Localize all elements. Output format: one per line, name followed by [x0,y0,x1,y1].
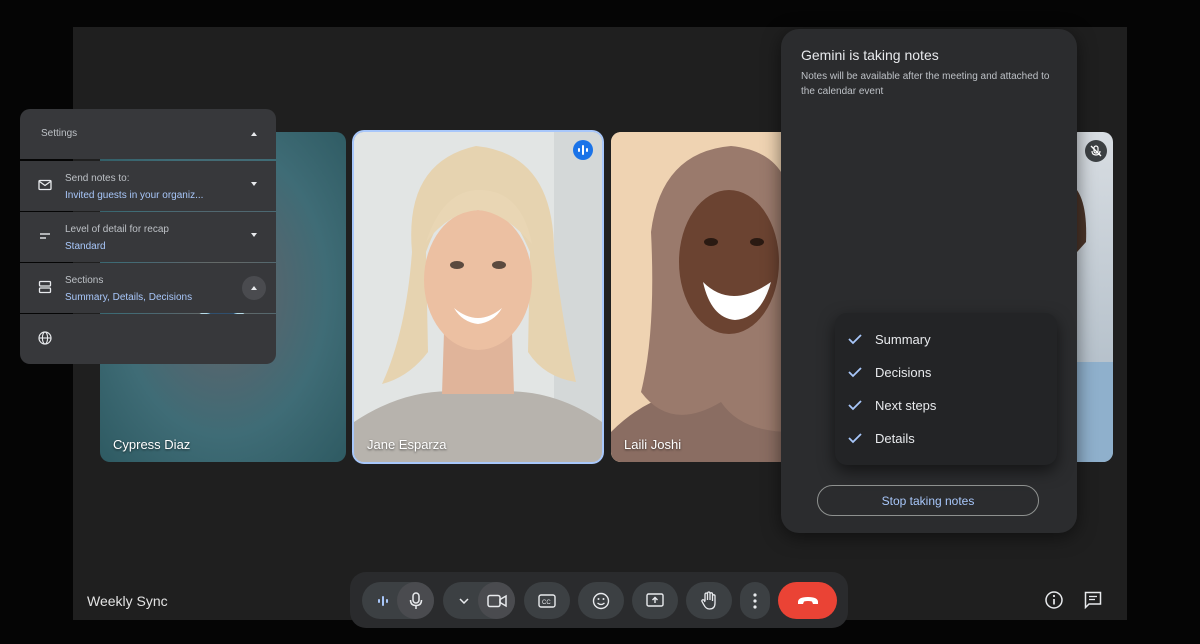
microphone-icon [409,591,422,609]
check-icon [848,400,862,411]
sections-dropdown: Summary Decisions Next steps Details [835,313,1057,465]
dropdown-option-next-steps[interactable]: Next steps [835,389,1057,422]
option-label: Decisions [875,365,932,380]
option-label: Details [875,431,915,446]
sections-row[interactable]: Sections Summary, Details, Decisions [20,263,276,313]
globe-icon [38,331,52,345]
participant-name: Jane Esparza [367,437,447,452]
settings-header[interactable]: Settings [20,109,276,159]
sections-label: Sections [65,275,104,286]
end-call-icon [797,596,818,604]
send-notes-value: Invited guests in your organiz... [65,190,204,201]
present-icon [646,592,664,607]
captions-icon: CC [538,593,556,608]
emoji-icon [592,592,610,609]
speaking-indicator-icon [573,140,593,160]
check-icon [848,367,862,378]
captions-button[interactable]: CC [524,582,570,619]
option-label: Summary [875,332,931,347]
dropdown-option-details[interactable]: Details [835,422,1057,455]
sections-collapse-button[interactable] [242,276,266,300]
chevron-up-icon [251,132,257,136]
send-notes-label: Send notes to: [65,173,130,184]
mail-icon [38,179,52,191]
participant-name: Laili Joshi [624,437,682,452]
detail-level-row[interactable]: Level of detail for recap Standard [20,212,276,262]
chat-button[interactable] [1082,589,1104,611]
option-label: Next steps [875,398,937,413]
present-button[interactable] [632,582,678,619]
end-call-button[interactable] [778,582,837,619]
raise-hand-icon [701,590,716,610]
meeting-info-button[interactable] [1043,589,1065,611]
check-icon [848,433,862,444]
detail-level-value: Standard [65,241,106,252]
panel-title: Gemini is taking notes [801,47,939,63]
camera-options-button[interactable] [445,582,482,619]
check-icon [848,334,862,345]
camera-icon [486,594,507,607]
chevron-up-icon [251,286,257,290]
participant-tile-jane[interactable]: Jane Esparza [354,132,602,462]
sections-value: Summary, Details, Decisions [65,292,193,303]
participant-name: Cypress Diaz [113,437,191,452]
language-row[interactable] [20,314,276,364]
participant-video [611,132,791,462]
participant-video [354,132,602,462]
send-notes-row[interactable]: Send notes to: Invited guests in your or… [20,161,276,211]
info-icon [1045,591,1063,609]
emoji-button[interactable] [578,582,624,619]
more-vert-icon [753,592,757,609]
chevron-down-icon [251,233,257,237]
more-options-button[interactable] [740,582,770,619]
audio-level-icon [364,582,401,619]
raise-hand-button[interactable] [686,582,732,619]
panel-subtitle: Notes will be available after the meetin… [801,71,1050,97]
camera-button[interactable] [478,582,515,619]
dropdown-option-decisions[interactable]: Decisions [835,356,1057,389]
stop-taking-notes-button[interactable]: Stop taking notes [817,485,1039,516]
mic-off-icon [1085,140,1107,162]
chat-icon [1084,591,1102,610]
settings-label: Settings [41,128,78,139]
meeting-title: Weekly Sync [87,593,168,609]
detail-level-label: Level of detail for recap [65,224,169,235]
short-text-icon [40,233,50,239]
chevron-down-icon [458,597,469,604]
dropdown-option-summary[interactable]: Summary [835,323,1057,356]
svg-text:CC: CC [542,600,551,606]
chevron-down-icon [251,182,257,186]
participant-tile-laili[interactable]: Laili Joshi [611,132,791,462]
microphone-button[interactable] [397,582,434,619]
sections-icon [38,280,52,294]
